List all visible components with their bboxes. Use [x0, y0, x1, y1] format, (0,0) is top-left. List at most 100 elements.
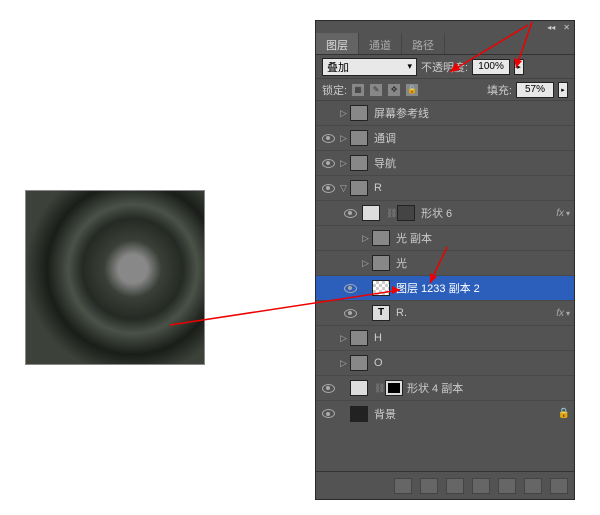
chevron-right-icon[interactable]: ▷	[362, 258, 372, 269]
fx-icon[interactable]	[420, 478, 438, 494]
chevron-down-icon[interactable]: ▾	[566, 309, 570, 318]
lock-position-icon[interactable]: ✥	[387, 83, 401, 97]
fill-input[interactable]	[516, 82, 554, 98]
layer-name: R	[374, 182, 570, 194]
opacity-label: 不透明度:	[421, 59, 468, 75]
lock-transparency-icon[interactable]: ▦	[351, 83, 365, 97]
lock-all-icon[interactable]: 🔒	[405, 83, 419, 97]
tab-paths[interactable]: 路径	[402, 33, 445, 54]
visibility-toggle[interactable]	[320, 406, 336, 422]
opacity-input[interactable]	[472, 59, 510, 75]
eye-icon	[344, 309, 357, 318]
visibility-toggle[interactable]	[320, 105, 336, 121]
folder-icon	[350, 155, 368, 171]
layer-row[interactable]: ⛓ 形状 4 副本	[316, 376, 574, 401]
layer-row[interactable]: ▷ 光 副本	[316, 226, 574, 251]
chevron-right-icon[interactable]: ▷	[340, 108, 350, 119]
visibility-toggle[interactable]	[342, 305, 358, 321]
spacer	[362, 308, 372, 318]
layer-row[interactable]: ▷ H	[316, 326, 574, 351]
trash-icon[interactable]	[550, 478, 568, 494]
close-icon[interactable]: ✕	[563, 23, 570, 32]
chevron-down-icon[interactable]: ▽	[340, 183, 350, 194]
visibility-toggle[interactable]	[342, 230, 358, 246]
collapse-icon[interactable]: ◂◂	[547, 23, 555, 32]
fill-popout-icon[interactable]: ▸	[558, 82, 568, 98]
layer-row[interactable]: ▽ R	[316, 176, 574, 201]
layer-row[interactable]: ▷ 光	[316, 251, 574, 276]
chevron-down-icon[interactable]: ▾	[566, 209, 570, 218]
eye-icon	[322, 184, 335, 193]
layer-name: 光	[396, 255, 570, 271]
eye-icon	[322, 409, 335, 418]
folder-icon	[372, 255, 390, 271]
vector-mask-thumb	[385, 380, 403, 396]
layer-name: H	[374, 332, 570, 344]
chevron-right-icon[interactable]: ▷	[340, 133, 350, 144]
blend-opacity-row: 叠加 不透明度: ▸	[316, 55, 574, 79]
blend-mode-select[interactable]: 叠加	[322, 58, 417, 76]
opacity-popout-icon[interactable]: ▸	[514, 59, 524, 75]
visibility-toggle[interactable]	[342, 280, 358, 296]
link-icon: ⛓	[374, 383, 382, 394]
visibility-toggle[interactable]	[320, 155, 336, 171]
new-group-icon[interactable]	[498, 478, 516, 494]
shape-thumb	[350, 380, 368, 396]
spacer	[362, 283, 372, 293]
layer-thumb	[350, 406, 368, 422]
chevron-right-icon[interactable]: ▷	[340, 333, 350, 344]
folder-icon	[350, 355, 368, 371]
layer-row[interactable]: 背景 🔒	[316, 401, 574, 426]
visibility-toggle[interactable]	[320, 130, 336, 146]
folder-icon	[350, 130, 368, 146]
layer-name: 形状 6	[421, 205, 556, 221]
layer-row[interactable]: ▷ 屏幕参考线	[316, 101, 574, 126]
layer-name: O	[374, 357, 570, 369]
layer-row[interactable]: ▷ O	[316, 351, 574, 376]
chevron-right-icon[interactable]: ▷	[340, 358, 350, 369]
visibility-toggle[interactable]	[342, 255, 358, 271]
lock-image-icon[interactable]: ✎	[369, 83, 383, 97]
new-layer-icon[interactable]	[524, 478, 542, 494]
lock-icon: 🔒	[558, 408, 570, 419]
visibility-toggle[interactable]	[320, 180, 336, 196]
fx-label: fx	[556, 208, 564, 219]
text-layer-icon: T	[372, 305, 390, 321]
layer-row-selected[interactable]: 图层 1233 副本 2	[316, 276, 574, 301]
layer-name: R.	[396, 307, 556, 319]
layers-list: ▷ 屏幕参考线 ▷ 通调 ▷ 导航 ▽ R ⛓ 形状 6 f	[316, 101, 574, 459]
layer-name: 屏幕参考线	[374, 105, 570, 121]
chevron-right-icon[interactable]: ▷	[362, 233, 372, 244]
layer-name: 通调	[374, 130, 570, 146]
visibility-toggle[interactable]	[320, 330, 336, 346]
panel-tabs: 图层 通道 路径	[316, 33, 574, 55]
adjustment-icon[interactable]	[472, 478, 490, 494]
vector-mask-thumb	[397, 205, 415, 221]
layer-name: 图层 1233 副本 2	[396, 280, 570, 296]
shape-thumb	[362, 205, 380, 221]
layers-panel: ◂◂ ✕ 图层 通道 路径 叠加 不透明度: ▸ 锁定: ▦ ✎ ✥ 🔒 填充:…	[315, 20, 575, 500]
layer-name: 导航	[374, 155, 570, 171]
layer-row[interactable]: ▷ 通调	[316, 126, 574, 151]
layer-row[interactable]: ▷ 导航	[316, 151, 574, 176]
eye-icon	[322, 384, 335, 393]
visibility-toggle[interactable]	[320, 380, 336, 396]
tab-layers[interactable]: 图层	[316, 33, 359, 54]
tab-channels[interactable]: 通道	[359, 33, 402, 54]
folder-icon	[350, 330, 368, 346]
lock-fill-row: 锁定: ▦ ✎ ✥ 🔒 填充: ▸	[316, 79, 574, 101]
layer-name: 背景	[374, 406, 558, 422]
visibility-toggle[interactable]	[342, 205, 358, 221]
layer-name: 光 副本	[396, 230, 570, 246]
folder-icon	[350, 105, 368, 121]
visibility-toggle[interactable]	[320, 355, 336, 371]
eye-icon	[344, 209, 357, 218]
chevron-right-icon[interactable]: ▷	[340, 158, 350, 169]
mask-icon[interactable]	[446, 478, 464, 494]
layer-row[interactable]: ⛓ 形状 6 fx ▾	[316, 201, 574, 226]
layer-row[interactable]: T R. fx ▾	[316, 301, 574, 326]
spacer	[340, 409, 350, 419]
lock-label: 锁定:	[322, 82, 347, 98]
layer-thumb	[372, 280, 390, 296]
link-layers-icon[interactable]	[394, 478, 412, 494]
